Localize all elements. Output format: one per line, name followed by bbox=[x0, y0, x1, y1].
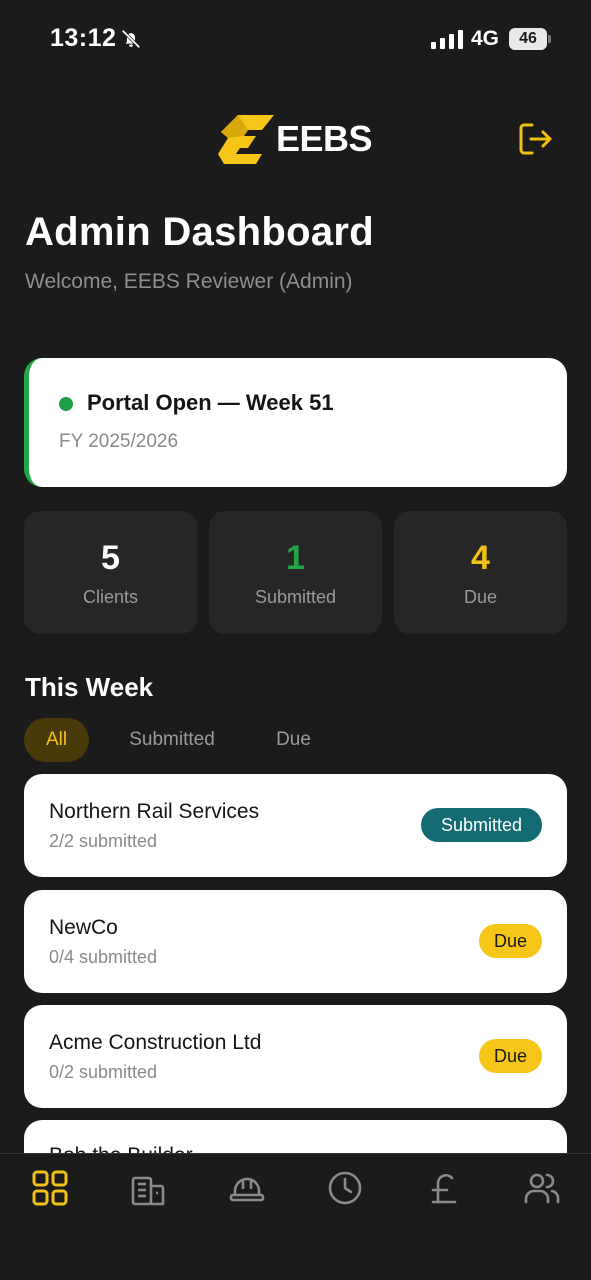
page-title: Admin Dashboard bbox=[25, 210, 374, 254]
stat-value: 1 bbox=[286, 539, 305, 577]
welcome-text: Welcome, EEBS Reviewer (Admin) bbox=[25, 270, 353, 293]
nav-dashboard[interactable] bbox=[30, 1168, 70, 1208]
eebs-logo-icon bbox=[218, 115, 274, 164]
stat-value: 5 bbox=[101, 539, 120, 577]
stat-clients: 5 Clients bbox=[24, 511, 197, 634]
status-badge: Due bbox=[479, 1039, 542, 1073]
battery-indicator: 46 bbox=[509, 28, 547, 50]
filter-chip-due[interactable]: Due bbox=[262, 718, 325, 762]
stat-label: Due bbox=[463, 587, 498, 607]
status-dot-icon bbox=[59, 397, 73, 411]
client-progress: 2/2 submitted bbox=[49, 831, 158, 851]
admin-dashboard-screen: 13:12 4G 46 EEBS Admin Dashboard Welcome… bbox=[0, 0, 591, 1280]
network-label: 4G bbox=[471, 27, 500, 50]
fiscal-year-text: FY 2025/2026 bbox=[59, 431, 179, 452]
client-name: NewCo bbox=[49, 916, 118, 939]
stat-due: 4 Due bbox=[394, 511, 567, 634]
building-icon bbox=[131, 1176, 165, 1206]
logout-icon[interactable] bbox=[518, 122, 554, 156]
dashboard-icon bbox=[32, 1170, 68, 1206]
client-name: Northern Rail Services bbox=[49, 800, 260, 823]
section-title: This Week bbox=[25, 672, 154, 702]
pound-icon bbox=[431, 1174, 457, 1204]
status-badge: Due bbox=[479, 924, 542, 958]
hard-hat-icon bbox=[229, 1177, 265, 1202]
status-time: 13:12 bbox=[50, 24, 117, 52]
nav-finance[interactable] bbox=[424, 1168, 464, 1208]
bottom-nav bbox=[0, 1153, 591, 1280]
client-progress: 0/2 submitted bbox=[49, 1062, 158, 1082]
client-card[interactable]: NewCo 0/4 submitted Due bbox=[24, 890, 567, 993]
battery-tip bbox=[548, 35, 551, 43]
nav-buildings[interactable] bbox=[128, 1168, 168, 1208]
stat-submitted: 1 Submitted bbox=[209, 511, 382, 634]
brand-logo: EEBS bbox=[218, 112, 373, 166]
filter-chip-submitted[interactable]: Submitted bbox=[109, 718, 235, 762]
portal-status-text: Portal Open — Week 51 bbox=[87, 390, 334, 415]
status-badge: Submitted bbox=[421, 808, 542, 842]
brand-name: EEBS bbox=[276, 118, 373, 159]
stat-value: 4 bbox=[471, 539, 490, 577]
signal-icon bbox=[431, 30, 463, 49]
client-progress: 0/4 submitted bbox=[49, 947, 158, 967]
client-card[interactable]: Acme Construction Ltd 0/2 submitted Due bbox=[24, 1005, 567, 1108]
nav-users[interactable] bbox=[522, 1168, 562, 1208]
portal-status-card: Portal Open — Week 51 FY 2025/2026 bbox=[24, 358, 567, 487]
filter-chip-all[interactable]: All bbox=[24, 718, 89, 762]
stat-label: Clients bbox=[82, 587, 139, 607]
users-icon bbox=[524, 1173, 560, 1204]
nav-history[interactable] bbox=[325, 1168, 365, 1208]
client-card[interactable]: Northern Rail Services 2/2 submitted Sub… bbox=[24, 774, 567, 877]
client-name: Acme Construction Ltd bbox=[49, 1031, 262, 1054]
nav-workers[interactable] bbox=[227, 1168, 267, 1208]
clock-icon bbox=[328, 1171, 362, 1205]
stat-label: Submitted bbox=[254, 587, 337, 607]
bell-muted-icon bbox=[121, 29, 141, 49]
status-bar: 13:12 4G 46 bbox=[0, 0, 591, 80]
